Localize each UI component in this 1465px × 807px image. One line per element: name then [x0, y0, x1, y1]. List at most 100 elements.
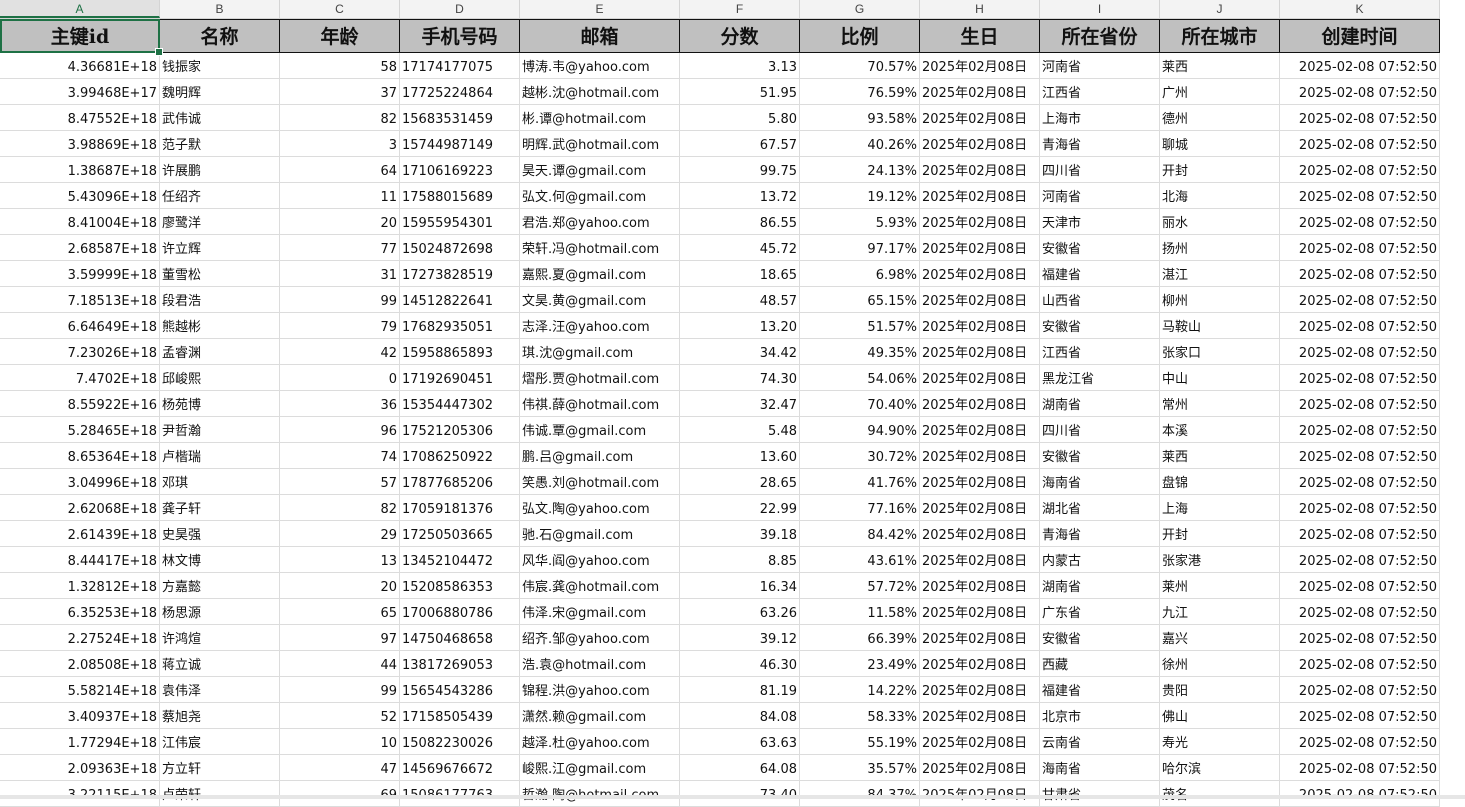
table-cell[interactable]: 74.30	[680, 365, 800, 391]
table-cell[interactable]: 卢楷瑞	[160, 443, 280, 469]
table-cell[interactable]: 熠彤.贾@hotmail.com	[520, 365, 680, 391]
column-letter-j[interactable]: J	[1160, 0, 1280, 18]
table-cell[interactable]: 2025-02-08 07:52:50	[1280, 53, 1440, 79]
table-cell[interactable]: 许立辉	[160, 235, 280, 261]
table-cell[interactable]: 2025-02-08 07:52:50	[1280, 677, 1440, 703]
column-letter-h[interactable]: H	[920, 0, 1040, 18]
table-cell[interactable]: 0	[280, 365, 400, 391]
table-cell[interactable]: 1.38687E+18	[0, 157, 160, 183]
table-cell[interactable]: 55.19%	[800, 729, 920, 755]
table-cell[interactable]: 13.20	[680, 313, 800, 339]
table-cell[interactable]: 13.72	[680, 183, 800, 209]
table-cell[interactable]: 2025-02-08 07:52:50	[1280, 651, 1440, 677]
table-cell[interactable]: 2025年02月08日	[920, 599, 1040, 625]
table-cell[interactable]: 3.59999E+18	[0, 261, 160, 287]
table-cell[interactable]: 63.26	[680, 599, 800, 625]
table-cell[interactable]: 2025年02月08日	[920, 495, 1040, 521]
table-cell[interactable]: 笑愚.刘@hotmail.com	[520, 469, 680, 495]
table-cell[interactable]: 17086250922	[400, 443, 520, 469]
table-cell[interactable]: 93.58%	[800, 105, 920, 131]
table-cell[interactable]: 文昊.黄@gmail.com	[520, 287, 680, 313]
table-cell[interactable]: 17725224864	[400, 79, 520, 105]
table-cell[interactable]: 2025年02月08日	[920, 391, 1040, 417]
table-cell[interactable]: 47	[280, 755, 400, 781]
table-cell[interactable]: 2.08508E+18	[0, 651, 160, 677]
table-cell[interactable]: 2025-02-08 07:52:50	[1280, 79, 1440, 105]
table-cell[interactable]: 2025-02-08 07:52:50	[1280, 703, 1440, 729]
table-cell[interactable]: 2025-02-08 07:52:50	[1280, 573, 1440, 599]
table-cell[interactable]: 2025年02月08日	[920, 729, 1040, 755]
table-cell[interactable]: 2025-02-08 07:52:50	[1280, 495, 1440, 521]
table-cell[interactable]: 袁伟泽	[160, 677, 280, 703]
column-letter-d[interactable]: D	[400, 0, 520, 18]
table-cell[interactable]: 2.61439E+18	[0, 521, 160, 547]
table-cell[interactable]: 20	[280, 209, 400, 235]
table-cell[interactable]: 徐州	[1160, 651, 1280, 677]
table-cell[interactable]: 17192690451	[400, 365, 520, 391]
table-cell[interactable]: 73.40	[680, 781, 800, 807]
table-cell[interactable]: 58.33%	[800, 703, 920, 729]
table-cell[interactable]: 15683531459	[400, 105, 520, 131]
table-cell[interactable]: 96	[280, 417, 400, 443]
table-cell[interactable]: 5.58214E+18	[0, 677, 160, 703]
table-cell[interactable]: 70.40%	[800, 391, 920, 417]
table-cell[interactable]: 11	[280, 183, 400, 209]
table-cell[interactable]: 7.18513E+18	[0, 287, 160, 313]
table-cell[interactable]: 46.30	[680, 651, 800, 677]
table-cell[interactable]: 上海	[1160, 495, 1280, 521]
table-cell[interactable]: 任绍齐	[160, 183, 280, 209]
table-cell[interactable]: 2025年02月08日	[920, 703, 1040, 729]
table-cell[interactable]: 2025-02-08 07:52:50	[1280, 261, 1440, 287]
table-cell[interactable]: 2025年02月08日	[920, 651, 1040, 677]
table-cell[interactable]: 66.39%	[800, 625, 920, 651]
table-cell[interactable]: 17174177075	[400, 53, 520, 79]
table-cell[interactable]: 2025年02月08日	[920, 755, 1040, 781]
table-cell[interactable]: 驰.石@gmail.com	[520, 521, 680, 547]
table-cell[interactable]: 寿光	[1160, 729, 1280, 755]
table-cell[interactable]: 2025年02月08日	[920, 677, 1040, 703]
table-cell[interactable]: 马鞍山	[1160, 313, 1280, 339]
table-cell[interactable]: 84.42%	[800, 521, 920, 547]
column-letter-c[interactable]: C	[280, 0, 400, 18]
table-cell[interactable]: 2025-02-08 07:52:50	[1280, 469, 1440, 495]
table-cell[interactable]: 九江	[1160, 599, 1280, 625]
table-cell[interactable]: 2.09363E+18	[0, 755, 160, 781]
table-cell[interactable]: 北京市	[1040, 703, 1160, 729]
table-cell[interactable]: 2025-02-08 07:52:50	[1280, 625, 1440, 651]
table-cell[interactable]: 海南省	[1040, 469, 1160, 495]
table-cell[interactable]: 17877685206	[400, 469, 520, 495]
table-cell[interactable]: 鹏.吕@gmail.com	[520, 443, 680, 469]
table-cell[interactable]: 开封	[1160, 157, 1280, 183]
table-cell[interactable]: 越彬.沈@hotmail.com	[520, 79, 680, 105]
table-cell[interactable]: 贵阳	[1160, 677, 1280, 703]
table-cell[interactable]: 盘锦	[1160, 469, 1280, 495]
table-cell[interactable]: 8.55922E+16	[0, 391, 160, 417]
table-cell[interactable]: 卢荣轩	[160, 781, 280, 807]
table-cell[interactable]: 30.72%	[800, 443, 920, 469]
table-cell[interactable]: 8.85	[680, 547, 800, 573]
table-cell[interactable]: 99	[280, 287, 400, 313]
table-cell[interactable]: 龚子轩	[160, 495, 280, 521]
horizontal-scrollbar[interactable]	[0, 795, 1465, 799]
table-cell[interactable]: 伟宸.龚@hotmail.com	[520, 573, 680, 599]
table-cell[interactable]: 51.57%	[800, 313, 920, 339]
table-cell[interactable]: 99	[280, 677, 400, 703]
table-cell[interactable]: 58	[280, 53, 400, 79]
table-cell[interactable]: 79	[280, 313, 400, 339]
table-cell[interactable]: 林文博	[160, 547, 280, 573]
table-cell[interactable]: 方立轩	[160, 755, 280, 781]
table-cell[interactable]: 2025-02-08 07:52:50	[1280, 521, 1440, 547]
table-cell[interactable]: 2025-02-08 07:52:50	[1280, 417, 1440, 443]
table-cell[interactable]: 开封	[1160, 521, 1280, 547]
table-cell[interactable]: 云南省	[1040, 729, 1160, 755]
header-cell[interactable]: 邮箱	[520, 19, 680, 53]
table-cell[interactable]: 35.57%	[800, 755, 920, 781]
table-cell[interactable]: 2025年02月08日	[920, 625, 1040, 651]
table-cell[interactable]: 2025-02-08 07:52:50	[1280, 105, 1440, 131]
table-cell[interactable]: 上海市	[1040, 105, 1160, 131]
table-cell[interactable]: 2025年02月08日	[920, 261, 1040, 287]
table-cell[interactable]: 37	[280, 79, 400, 105]
table-cell[interactable]: 孟睿渊	[160, 339, 280, 365]
table-cell[interactable]: 峻熙.江@gmail.com	[520, 755, 680, 781]
table-cell[interactable]: 嘉熙.夏@gmail.com	[520, 261, 680, 287]
